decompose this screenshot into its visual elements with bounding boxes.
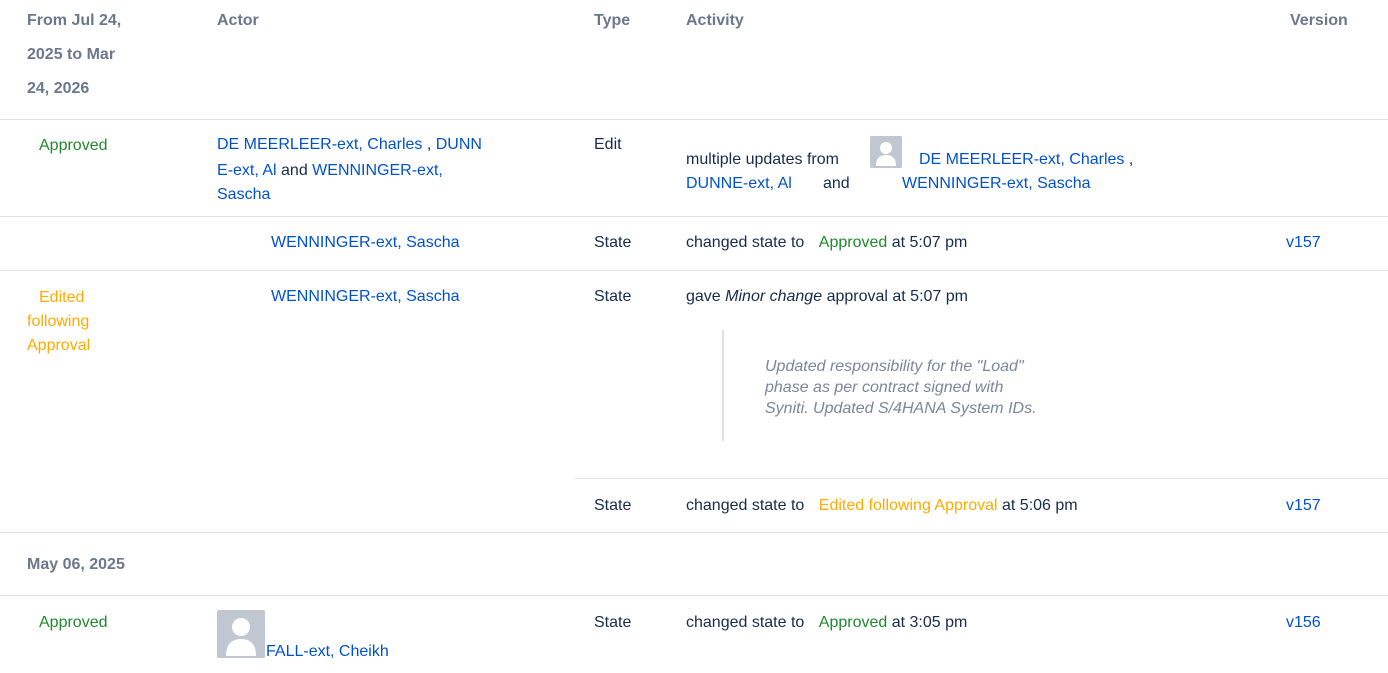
activity-type: State — [594, 497, 632, 514]
version-link[interactable]: v157 — [1286, 234, 1321, 252]
activity-user-link-wenninger[interactable]: WENNINGER-ext, Sascha — [902, 175, 1090, 193]
divider — [0, 216, 1388, 217]
activity-type: State — [594, 614, 632, 631]
activity-column-header: Activity — [686, 12, 744, 29]
actor-link-fall[interactable]: FALL-ext, Cheikh — [266, 643, 389, 661]
state-edited-label: Edited following Approval — [818, 497, 998, 514]
state-approved-label: Approved — [818, 234, 888, 251]
activity-text: gave Minor change approval at 5:07 pm — [686, 288, 968, 306]
status-badge-line2: following — [27, 313, 90, 330]
actor-line-1: DE MEERLEER-ext, Charles , DUNN — [217, 136, 482, 154]
activity-text: changed state to Edited following Approv… — [686, 497, 1078, 515]
actor-link-dunne-part1[interactable]: DUNN — [436, 136, 482, 153]
activity-suffix: approval at 5:07 pm — [826, 288, 968, 305]
status-badge: Approved — [39, 137, 108, 154]
divider — [0, 119, 1388, 120]
activity-type: State — [594, 288, 632, 305]
status-badge: Approved — [39, 614, 108, 631]
user-avatar-icon-graphic — [217, 610, 265, 658]
actor-link-wenninger-part1[interactable]: WENNINGER-ext, — [312, 162, 443, 179]
activity-text: changed state to Approved at 5:07 pm — [686, 234, 967, 252]
type-column-header: Type — [594, 12, 631, 29]
divider — [0, 595, 1388, 596]
activity-suffix: at 5:06 pm — [1002, 497, 1078, 514]
actor-link-wenninger[interactable]: WENNINGER-ext, Sascha — [271, 234, 459, 252]
approval-comment-line3: Syniti. Updated S/4HANA System IDs. — [765, 400, 1037, 417]
group-date-header: May 06, 2025 — [27, 556, 125, 573]
activity-text: multiple updates from — [686, 151, 839, 168]
comment-quote-bar — [722, 330, 724, 441]
activity-prefix: gave — [686, 288, 721, 305]
actor-link-dunne-part2[interactable]: E-ext, Al — [217, 162, 277, 179]
date-range-header-line2: 2025 to Mar — [27, 46, 116, 63]
state-approved-label: Approved — [818, 614, 888, 631]
user-avatar-icon-graphic — [870, 136, 902, 168]
date-range-header-line3: 24, 2026 — [27, 80, 90, 97]
activity-type: State — [594, 234, 632, 251]
activity-type: Edit — [594, 136, 622, 153]
activity-suffix: at 3:05 pm — [891, 614, 968, 631]
approval-type: Minor change — [725, 288, 823, 305]
approval-comment-line1: Updated responsibility for the "Load" — [765, 358, 1024, 375]
date-range-header-line1: From Jul 24, — [27, 12, 122, 29]
actor-link-wenninger[interactable]: WENNINGER-ext, Sascha — [271, 288, 459, 306]
activity-users-line1: DE MEERLEER-ext, Charles , — [919, 151, 1133, 169]
approval-comment-line2: phase as per contract signed with — [765, 379, 1004, 396]
actor-and: and — [276, 162, 313, 179]
activity-comma: , — [1124, 151, 1134, 168]
version-link[interactable]: v157 — [1286, 497, 1321, 515]
user-avatar-icon[interactable] — [217, 610, 265, 658]
status-badge-line1: Edited — [39, 289, 85, 306]
activity-and: and — [823, 175, 850, 192]
divider — [0, 532, 1388, 533]
activity-prefix: changed state to — [686, 497, 805, 514]
activity-user-link-charles[interactable]: DE MEERLEER-ext, Charles — [919, 151, 1124, 168]
activity-user-link-dunne[interactable]: DUNNE-ext, Al — [686, 175, 792, 193]
actor-column-header: Actor — [217, 12, 259, 29]
actor-link-charles[interactable]: DE MEERLEER-ext, Charles — [217, 136, 422, 153]
activity-prefix: changed state to — [686, 614, 805, 631]
version-column-header: Version — [1290, 12, 1348, 29]
activity-suffix: at 5:07 pm — [891, 234, 968, 251]
actor-separator: , — [422, 136, 436, 153]
activity-text: changed state to Approved at 3:05 pm — [686, 614, 967, 632]
actor-line-2: E-ext, Al and WENNINGER-ext, — [217, 162, 443, 180]
divider — [575, 478, 1388, 479]
divider — [0, 270, 1388, 271]
actor-link-wenninger-part2[interactable]: Sascha — [217, 186, 270, 204]
status-badge-line3: Approval — [27, 337, 91, 354]
activity-prefix: changed state to — [686, 234, 805, 251]
version-link[interactable]: v156 — [1286, 614, 1321, 632]
user-avatar-icon[interactable] — [870, 136, 902, 168]
